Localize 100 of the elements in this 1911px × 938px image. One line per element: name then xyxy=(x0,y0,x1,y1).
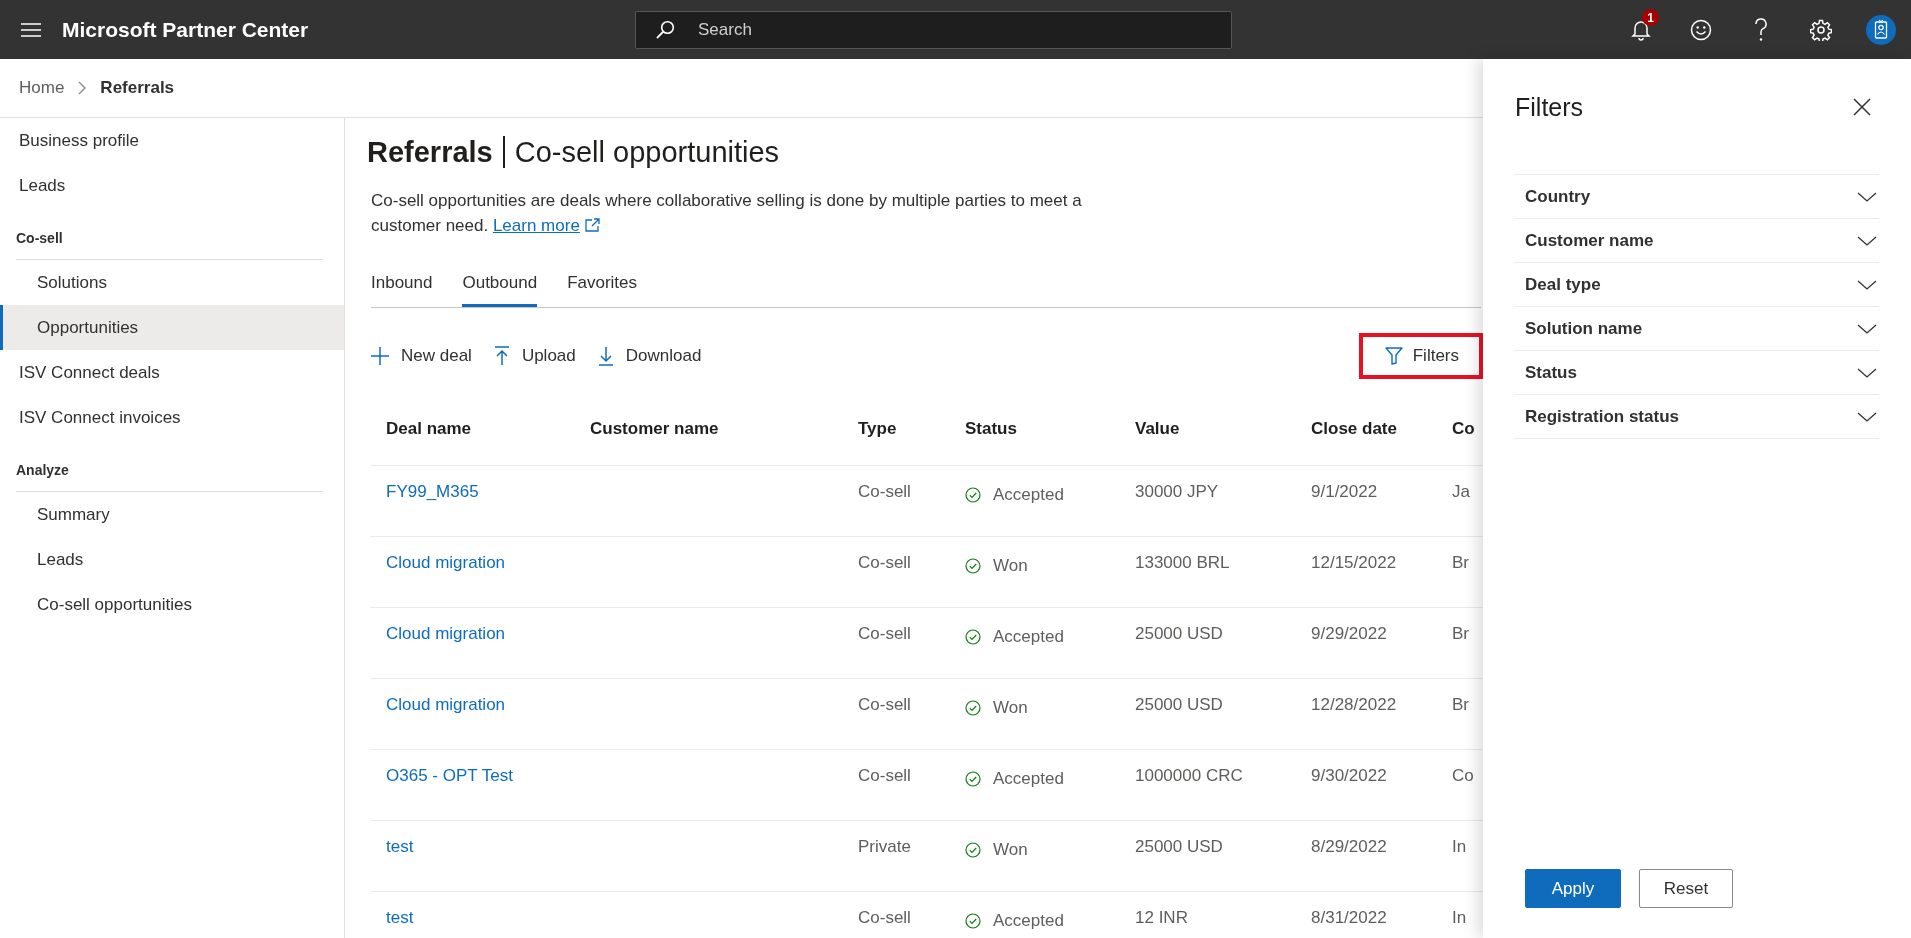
table-cell-text: 30000 JPY xyxy=(1134,482,1220,503)
table-cell-text: Br xyxy=(1451,553,1470,574)
filter-accordion[interactable]: Status xyxy=(1515,351,1879,395)
breadcrumb-link[interactable]: Home xyxy=(19,78,65,98)
table-cell-text: 12 INR xyxy=(1134,908,1189,929)
filters-button[interactable]: Filters xyxy=(1358,333,1483,379)
column-header: Co xyxy=(1451,419,1476,439)
toolbar-button[interactable]: New deal xyxy=(371,346,472,366)
chevron-right-icon xyxy=(78,81,87,95)
table-cell-text: 9/1/2022 xyxy=(1310,482,1379,503)
column-header: Customer name xyxy=(589,419,720,439)
tab[interactable]: Outbound xyxy=(462,265,538,307)
deal-link[interactable]: O365 - OPT Test xyxy=(386,766,513,820)
page-title: Referrals xyxy=(367,135,493,169)
table-cell-text: Co-sell xyxy=(857,624,912,645)
table-cell-text: Co-sell xyxy=(857,482,912,503)
table-cell-text: 9/29/2022 xyxy=(1310,624,1388,645)
check-circle-icon xyxy=(965,771,981,787)
table-cell-text: Co-sell xyxy=(857,766,912,787)
table-cell-text: 8/29/2022 xyxy=(1310,837,1388,858)
table-cell-text: 12/15/2022 xyxy=(1310,553,1398,574)
deal-link[interactable]: test xyxy=(386,837,414,891)
table-cell-text: 12/28/2022 xyxy=(1310,695,1398,716)
chevron-down-icon xyxy=(1857,410,1877,423)
table-cell-text: In xyxy=(1451,837,1468,858)
panel-title: Filters xyxy=(1515,92,1584,122)
table-cell-text: 1000000 CRC xyxy=(1134,766,1244,787)
notification-badge: 1 xyxy=(1642,9,1659,26)
filter-accordion[interactable]: Customer name xyxy=(1515,219,1879,263)
table-cell-text: Co-sell xyxy=(857,908,912,929)
sidebar-item[interactable]: Summary xyxy=(0,492,344,537)
table-cell-text: 25000 USD xyxy=(1134,695,1224,716)
download-icon xyxy=(597,346,614,366)
deal-link[interactable]: FY99_M365 xyxy=(386,482,479,536)
table-cell-text: 25000 USD xyxy=(1134,837,1224,858)
table-cell-text: 133000 BRL xyxy=(1134,553,1231,574)
table-cell-text: 8/31/2022 xyxy=(1310,908,1388,929)
breadcrumb-current: Referrals xyxy=(100,78,175,98)
search-icon xyxy=(655,19,675,40)
deal-link[interactable]: test xyxy=(386,908,414,938)
toolbar-button[interactable]: Download xyxy=(597,346,702,366)
avatar-icon[interactable] xyxy=(1866,14,1896,45)
check-circle-icon xyxy=(965,558,981,574)
table-cell-text: Co-sell xyxy=(857,695,912,716)
settings-icon[interactable] xyxy=(1810,18,1832,41)
status-text: Won xyxy=(993,840,1028,860)
column-header: Type xyxy=(857,419,898,439)
chevron-down-icon xyxy=(1857,366,1877,379)
status-text: Accepted xyxy=(993,769,1064,789)
sidebar-item[interactable]: Solutions xyxy=(0,260,344,305)
status-text: Accepted xyxy=(993,485,1064,505)
status-text: Won xyxy=(993,698,1028,718)
filter-accordion[interactable]: Registration status xyxy=(1515,395,1879,439)
page-subtitle: Co-sell opportunities xyxy=(514,135,780,169)
deal-link[interactable]: Cloud migration xyxy=(386,553,506,607)
deal-link[interactable]: Cloud migration xyxy=(386,624,506,678)
deal-link[interactable]: Cloud migration xyxy=(386,695,506,749)
sidebar-item[interactable]: Leads xyxy=(0,163,344,208)
plus-icon xyxy=(371,347,389,365)
close-icon xyxy=(1853,98,1871,116)
column-header: Close date xyxy=(1310,419,1398,439)
check-circle-icon xyxy=(965,913,981,929)
tab[interactable]: Inbound xyxy=(371,265,433,307)
status-text: Accepted xyxy=(993,627,1064,647)
sidebar-item[interactable]: Co-sell opportunities xyxy=(0,582,344,627)
tab[interactable]: Favorites xyxy=(567,265,638,307)
filter-accordion[interactable]: Country xyxy=(1515,175,1879,219)
sidebar-item[interactable]: ISV Connect invoices xyxy=(0,395,344,440)
toolbar-button[interactable]: Upload xyxy=(493,346,576,366)
check-circle-icon xyxy=(965,700,981,716)
learn-more-link[interactable]: Learn more xyxy=(492,216,580,235)
section-heading: Co-sell xyxy=(16,230,63,246)
smiley-icon[interactable] xyxy=(1690,18,1712,41)
status-text: Won xyxy=(993,556,1028,576)
table-cell-text: 9/30/2022 xyxy=(1310,766,1388,787)
apply-button[interactable]: Apply xyxy=(1525,869,1621,908)
column-header: Status xyxy=(964,419,1018,439)
sidebar-item[interactable]: Leads xyxy=(0,537,344,582)
column-header: Deal name xyxy=(385,419,473,439)
sidebar-item[interactable]: Business profile xyxy=(0,118,344,163)
check-circle-icon xyxy=(965,487,981,503)
help-icon[interactable] xyxy=(1754,17,1768,42)
filter-icon xyxy=(1384,347,1403,365)
table-cell-text: Private xyxy=(857,837,912,858)
check-circle-icon xyxy=(965,629,981,645)
sidebar-item[interactable]: ISV Connect deals xyxy=(0,350,344,395)
description-text: Co-sell opportunities are deals where collaborative selling is done by multiple parties to meet a customer need. Learn more xyxy=(371,190,1083,237)
filter-accordion[interactable]: Solution name xyxy=(1515,307,1879,351)
upload-icon xyxy=(493,346,510,366)
chevron-down-icon xyxy=(1857,234,1877,247)
table-cell-text: Co-sell xyxy=(857,553,912,574)
filter-accordion[interactable]: Deal type xyxy=(1515,263,1879,307)
chevron-down-icon xyxy=(1857,190,1877,203)
reset-button[interactable]: Reset xyxy=(1639,869,1733,908)
external-link-icon xyxy=(584,218,601,232)
search-field[interactable]: Search xyxy=(635,10,1232,49)
sidebar-item[interactable]: Opportunities xyxy=(0,305,344,350)
chevron-down-icon xyxy=(1857,278,1877,291)
menu-icon[interactable] xyxy=(20,21,42,38)
table-cell-text: Br xyxy=(1451,695,1470,716)
